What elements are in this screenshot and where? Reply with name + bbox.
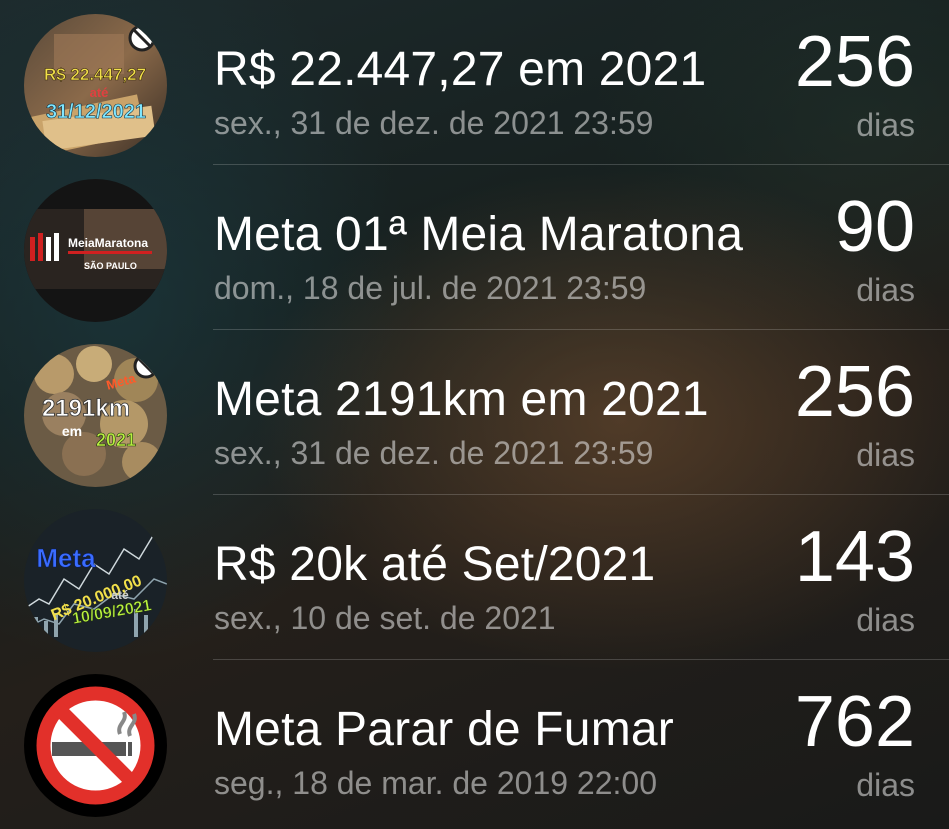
thumb-text-1: Meta (36, 543, 96, 573)
days-unit: dias (856, 107, 915, 143)
countdown-row[interactable]: Meta R$ 20.000,00 até 10/09/2021 R$ 20k … (0, 495, 949, 660)
days-count: 762 (794, 682, 915, 762)
countdown-row[interactable]: MeiaMaratona SÃO PAULO Meta 01ª Meia Mar… (0, 165, 949, 330)
half-marathon-thumbnail: MeiaMaratona SÃO PAULO (24, 179, 167, 322)
thumb-text-3: em (62, 423, 82, 439)
days-unit: dias (856, 272, 915, 308)
thumb-text-3: até (111, 588, 129, 602)
thumb-text-1: R$ 22.447,27 (44, 65, 146, 84)
countdown-title: Meta 01ª Meia Maratona (214, 208, 744, 261)
stock-chart-thumbnail: Meta R$ 20.000,00 até 10/09/2021 (24, 509, 167, 652)
thumb-text-2: até (90, 85, 109, 100)
countdown-date: seg., 18 de mar. de 2019 22:00 (214, 765, 657, 801)
money-goal-thumbnail: R$ 22.447,27 até 31/12/2021 (24, 14, 167, 157)
thumb-text-3: 31/12/2021 (46, 101, 146, 123)
days-count: 143 (794, 517, 915, 597)
days-unit: dias (856, 437, 915, 473)
days-unit: dias (856, 767, 915, 803)
days-count: 90 (834, 187, 915, 267)
countdown-date: sex., 31 de dez. de 2021 23:59 (214, 435, 654, 471)
coins-goal-thumbnail: Meta 2191km em 2021 (24, 344, 167, 487)
countdown-row[interactable]: Meta Parar de Fumar seg., 18 de mar. de … (0, 660, 949, 825)
countdown-row[interactable]: Meta 2191km em 2021 Meta 2191km em 2021 … (0, 330, 949, 495)
thumb-text-1: MeiaMaratona (68, 236, 148, 250)
countdown-date: sex., 10 de set. de 2021 (214, 600, 556, 636)
countdown-list: R$ 22.447,27 até 31/12/2021 R$ 22.447,27… (0, 0, 949, 829)
countdown-row[interactable]: R$ 22.447,27 até 31/12/2021 R$ 22.447,27… (0, 0, 949, 165)
days-count: 256 (794, 352, 915, 432)
no-smoking-icon (24, 674, 167, 817)
countdown-date: sex., 31 de dez. de 2021 23:59 (214, 105, 654, 141)
countdown-date: dom., 18 de jul. de 2021 23:59 (214, 270, 647, 306)
days-count: 256 (794, 22, 915, 102)
countdown-title: Meta 2191km em 2021 (214, 373, 709, 426)
thumb-text-4: 2021 (96, 430, 136, 450)
countdown-title: R$ 22.447,27 em 2021 (214, 43, 707, 96)
thumb-text-2: 2191km (42, 395, 130, 422)
thumb-text-2: SÃO PAULO (84, 261, 137, 271)
days-unit: dias (856, 602, 915, 638)
countdown-title: Meta Parar de Fumar (214, 703, 674, 756)
countdown-title: R$ 20k até Set/2021 (214, 538, 656, 591)
